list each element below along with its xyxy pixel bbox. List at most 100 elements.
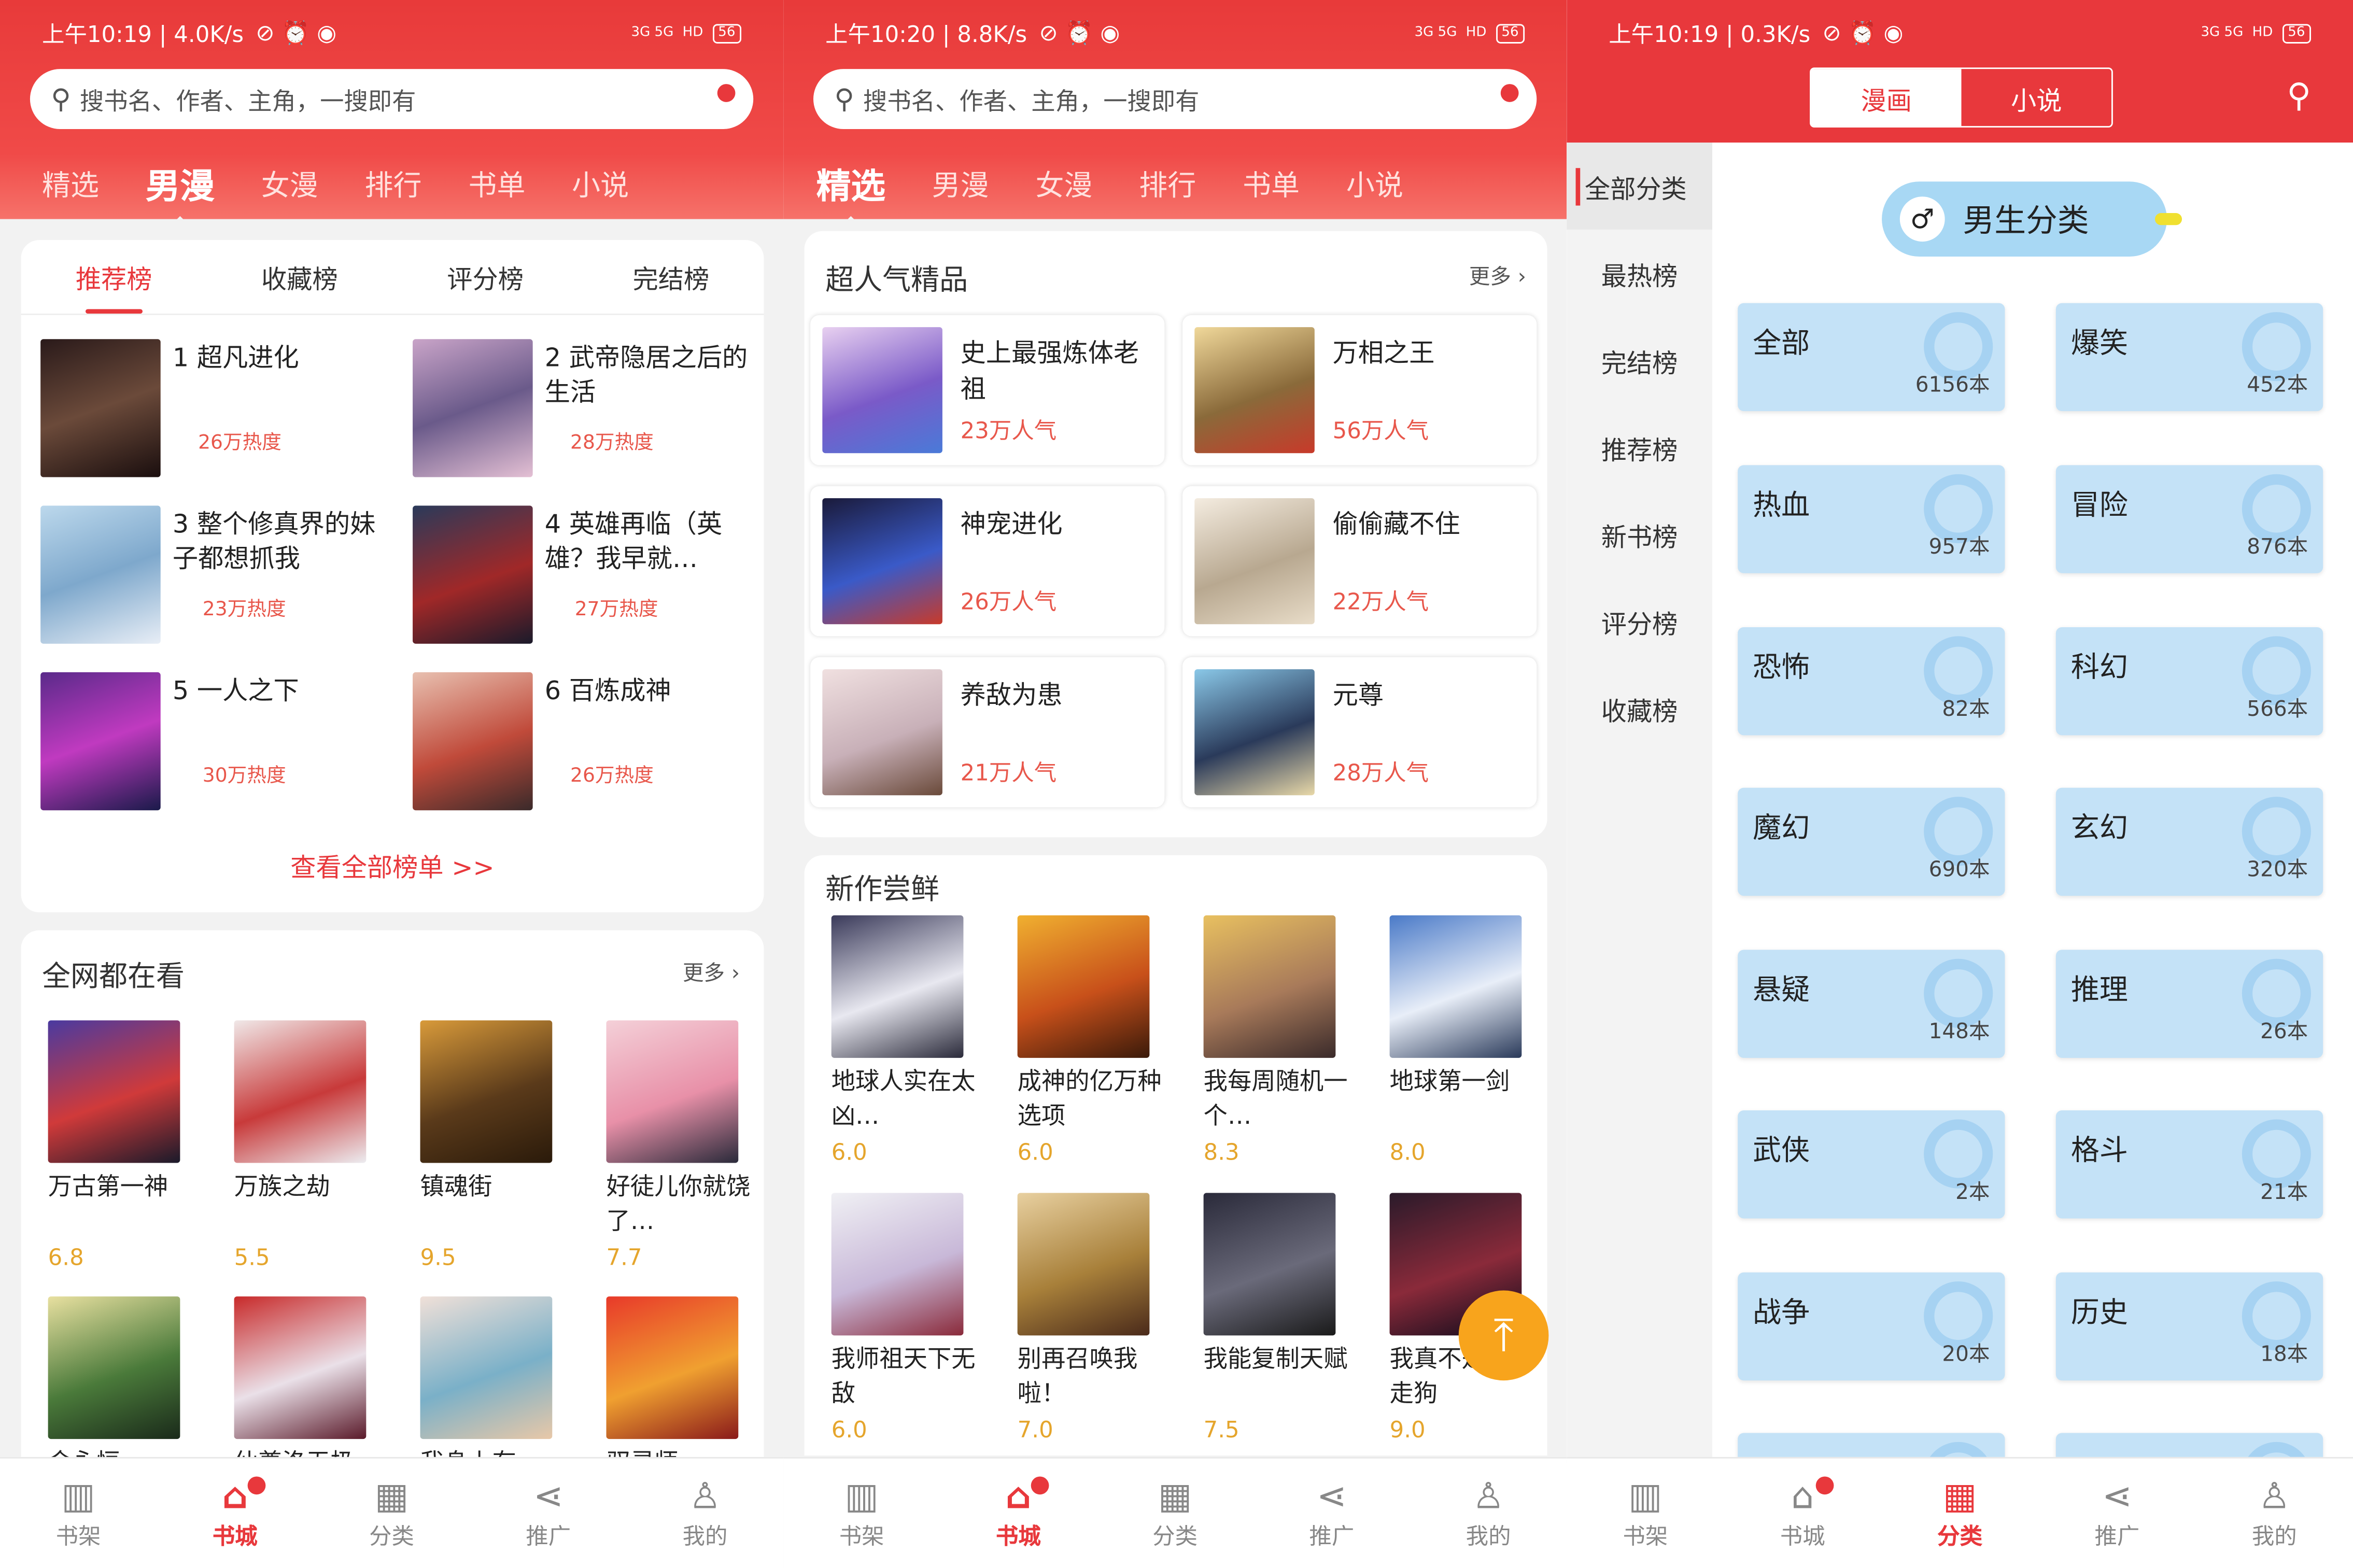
side-score[interactable]: 评分榜 <box>1567 577 1712 665</box>
view-all-ranks-link[interactable]: 查看全部榜单 >> <box>21 846 764 884</box>
tab-male-comics[interactable]: 男漫 <box>146 158 215 225</box>
category-tile[interactable]: 魔幻 690本 <box>1738 787 2005 896</box>
status-bar: 上午10:19 | 4.0K/s ⊘ ⏰ ◉ 3G 5G HD 56 <box>0 0 783 66</box>
nav-mine[interactable]: ♙ 我的 <box>1410 1459 1567 1568</box>
tab-featured[interactable]: 精选 <box>42 163 99 203</box>
rank-heat: 23万热度 <box>202 599 286 621</box>
gender-switch-pill[interactable]: ♂ 男生分类 <box>1882 181 2182 257</box>
more-link[interactable]: 更多 › <box>1469 261 1526 291</box>
rank-item[interactable]: 6 百炼成神 26万热度 <box>413 672 765 811</box>
nav-bookstore[interactable]: ⌂ 书城 <box>1724 1459 1881 1568</box>
search-bar[interactable]: ⚲ 搜书名、作者、主角，一搜即有 <box>30 69 754 129</box>
book-title: 成神的亿万种选项 <box>1017 1067 1162 1130</box>
hot-book[interactable]: 养敌为患 21万人气 <box>810 657 1165 808</box>
book-title: 镇魂街 <box>420 1171 492 1200</box>
more-link[interactable]: 更多 › <box>683 957 740 987</box>
tab-booklist[interactable]: 书单 <box>468 163 525 203</box>
category-tile[interactable]: 玄幻 320本 <box>2055 787 2323 896</box>
nav-bookstore[interactable]: ⌂ 书城 <box>157 1459 313 1568</box>
rank-heat: 30万热度 <box>202 765 286 788</box>
book-title: 偷偷藏不住 <box>1332 510 1460 541</box>
book-card[interactable]: 别再召唤我啦！ 7.0 <box>1017 1193 1167 1444</box>
hd-icon: HD <box>1466 25 1487 41</box>
book-title: 我能复制天赋 <box>1203 1344 1348 1373</box>
back-to-top-button[interactable]: ⤒ <box>1458 1290 1549 1381</box>
tab-novel[interactable]: 小说 <box>572 163 629 203</box>
hot-book[interactable]: 万相之王 56万人气 <box>1182 315 1537 465</box>
search-icon[interactable]: ⚲ <box>2287 78 2311 116</box>
tab-featured[interactable]: 精选 <box>816 158 885 225</box>
rank-tab-finished[interactable]: 完结榜 <box>633 258 710 295</box>
category-tile[interactable]: 科幻 566本 <box>2055 627 2323 736</box>
nav-category[interactable]: ▦ 分类 <box>313 1459 470 1568</box>
rank-tab-score[interactable]: 评分榜 <box>447 258 524 295</box>
nav-bookshelf[interactable]: ▥ 书架 <box>783 1459 940 1568</box>
search-bar[interactable]: ⚲ 搜书名、作者、主角，一搜即有 <box>813 69 1537 129</box>
book-card[interactable]: 万族之劫 5.5 <box>234 1020 384 1271</box>
book-card[interactable]: 地球人实在太凶… 6.0 <box>831 915 981 1166</box>
tab-ranking[interactable]: 排行 <box>1139 163 1196 203</box>
category-tile[interactable]: 武侠 2本 <box>1738 1110 2005 1219</box>
status-bar: 上午10:20 | 8.8K/s ⊘ ⏰ ◉ 3G 5G HD 56 <box>783 0 1567 66</box>
side-all[interactable]: 全部分类 <box>1567 143 1712 230</box>
book-card[interactable]: 好徒儿你就饶了… 7.7 <box>606 1020 756 1271</box>
category-tile[interactable]: 热血 957本 <box>1738 465 2005 573</box>
book-card[interactable]: 万古第一神 6.8 <box>48 1020 198 1271</box>
category-tile[interactable]: 历史 18本 <box>2055 1272 2323 1381</box>
book-card[interactable]: 我师祖天下无敌 6.0 <box>831 1193 981 1444</box>
tab-female-comics[interactable]: 女漫 <box>1035 163 1092 203</box>
tab-novel[interactable]: 小说 <box>1346 163 1403 203</box>
nav-mine[interactable]: ♙ 我的 <box>2196 1459 2353 1568</box>
category-tile[interactable]: 冒险 876本 <box>2055 465 2323 573</box>
book-cover <box>48 1020 180 1163</box>
side-recommend[interactable]: 推荐榜 <box>1567 404 1712 491</box>
section-title: 全网都在看 <box>42 960 185 994</box>
rank-item[interactable]: 5 一人之下 30万热度 <box>40 672 393 811</box>
side-collect[interactable]: 收藏榜 <box>1567 665 1712 752</box>
rank-item[interactable]: 1 超凡进化 26万热度 <box>40 339 393 477</box>
seg-comics[interactable]: 漫画 <box>1811 69 1962 126</box>
nav-bookshelf[interactable]: ▥ 书架 <box>0 1459 157 1568</box>
nav-bookstore[interactable]: ⌂ 书城 <box>940 1459 1096 1568</box>
side-hottest[interactable]: 最热榜 <box>1567 230 1712 317</box>
nav-category[interactable]: ▦ 分类 <box>1097 1459 1253 1568</box>
nav-category[interactable]: ▦ 分类 <box>1881 1459 2038 1568</box>
nav-bookshelf[interactable]: ▥ 书架 <box>1567 1459 1724 1568</box>
nav-promote[interactable]: ⋖ 推广 <box>470 1459 627 1568</box>
tab-female-comics[interactable]: 女漫 <box>261 163 318 203</box>
rank-item[interactable]: 3 整个修真界的妹子都想抓我 23万热度 <box>40 505 393 644</box>
category-tile[interactable]: 格斗 21本 <box>2055 1110 2323 1219</box>
nav-promote[interactable]: ⋖ 推广 <box>1253 1459 1410 1568</box>
book-card[interactable]: 镇魂街 9.5 <box>420 1020 570 1271</box>
nav-promote[interactable]: ⋖ 推广 <box>2038 1459 2195 1568</box>
rank-title: 1 超凡进化 <box>172 343 299 374</box>
category-tile[interactable]: 爆笑 452本 <box>2055 303 2323 412</box>
book-card[interactable]: 成神的亿万种选项 6.0 <box>1017 915 1167 1166</box>
nav-mine[interactable]: ♙ 我的 <box>627 1459 783 1568</box>
rank-item[interactable]: 2 武帝隐居之后的生活 28万热度 <box>413 339 765 477</box>
category-tile[interactable]: 战争 20本 <box>1738 1272 2005 1381</box>
book-cover <box>822 327 942 454</box>
category-tile[interactable]: 悬疑 148本 <box>1738 950 2005 1058</box>
category-tile[interactable]: 全部 6156本 <box>1738 303 2005 412</box>
book-card[interactable]: 我能复制天赋 7.5 <box>1203 1193 1354 1444</box>
side-finished[interactable]: 完结榜 <box>1567 317 1712 404</box>
category-tile[interactable]: 恐怖 82本 <box>1738 627 2005 736</box>
rank-tab-collect[interactable]: 收藏榜 <box>261 258 338 295</box>
tab-booklist[interactable]: 书单 <box>1243 163 1300 203</box>
hot-book[interactable]: 神宠进化 26万人气 <box>810 486 1165 637</box>
status-icons: ⊘ ⏰ ◉ <box>1039 19 1120 47</box>
hot-book[interactable]: 元尊 28万人气 <box>1182 657 1537 808</box>
hot-book[interactable]: 偷偷藏不住 22万人气 <box>1182 486 1537 637</box>
book-card[interactable]: 地球第一剑 8.0 <box>1389 915 1540 1166</box>
hot-book[interactable]: 史上最强炼体老祖 23万人气 <box>810 315 1165 465</box>
seg-novel[interactable]: 小说 <box>1962 69 2111 126</box>
book-card[interactable]: 我每周随机一个… 8.3 <box>1203 915 1354 1166</box>
side-new[interactable]: 新书榜 <box>1567 491 1712 578</box>
rank-title: 2 武帝隐居之后的生活 <box>544 343 748 408</box>
tab-male-comics[interactable]: 男漫 <box>932 163 989 203</box>
category-tile[interactable]: 推理 26本 <box>2055 950 2323 1058</box>
rank-tab-recommend[interactable]: 推荐榜 <box>76 258 152 314</box>
tab-ranking[interactable]: 排行 <box>365 163 422 203</box>
rank-item[interactable]: 4 英雄再临（英雄？我早就… 27万热度 <box>413 505 765 644</box>
